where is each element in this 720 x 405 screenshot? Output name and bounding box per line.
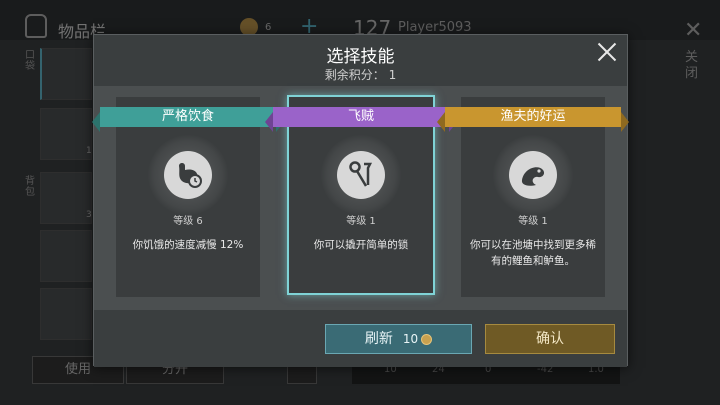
skill-description: 你可以撬开简单的锁: [313, 239, 409, 251]
skill-card-burglar[interactable]: 飞贼 等级 1 你可以撬开简单的锁: [265, 95, 457, 295]
skill-name: 飞贼: [265, 107, 457, 132]
skill-card-fishermans-luck[interactable]: 渔夫的好运 等级 1 你可以在池塘中找到更多稀有的鲤鱼和鲈鱼。: [437, 97, 629, 297]
skill-name: 严格饮食: [92, 107, 284, 132]
modal-title: 选择技能: [326, 47, 395, 67]
close-icon[interactable]: [595, 40, 619, 64]
skill-description: 你饥饿的速度减慢 12%: [132, 239, 244, 251]
skill-card-strict-diet[interactable]: 严格饮食 等级 6 你饥饿的速度减慢 12%: [92, 97, 284, 297]
fish-icon: [509, 151, 557, 199]
refresh-cost: 10: [402, 332, 419, 346]
refresh-button[interactable]: 刷新 10: [325, 324, 472, 354]
skill-icon-badge: [493, 135, 573, 215]
refresh-label: 刷新: [364, 331, 393, 347]
remaining-points: 剩余积分： 1: [94, 66, 627, 83]
points-label: 剩余积分：: [324, 68, 385, 82]
skill-description: 你可以在池塘中找到更多稀有的鲤鱼和鲈鱼。: [470, 239, 596, 267]
skill-level: 等级 6: [173, 216, 203, 227]
skill-select-modal: 选择技能 剩余积分： 1 严格饮食 等级 6 你饥饿的速度减慢 12% 飞贼 等…: [92, 34, 629, 367]
skill-icon-badge: [321, 135, 401, 215]
skill-icon-badge: [148, 135, 228, 215]
skill-level: 等级 1: [518, 216, 548, 227]
lockpick-icon: [337, 151, 385, 199]
stomach-clock-icon: [164, 151, 212, 199]
skill-level: 等级 1: [346, 216, 376, 227]
skill-name: 渔夫的好运: [437, 107, 629, 132]
coin-icon: [421, 333, 433, 345]
confirm-button[interactable]: 确认: [485, 324, 615, 354]
modal-header: 选择技能 剩余积分： 1: [94, 35, 627, 86]
points-value: 1: [388, 68, 397, 82]
